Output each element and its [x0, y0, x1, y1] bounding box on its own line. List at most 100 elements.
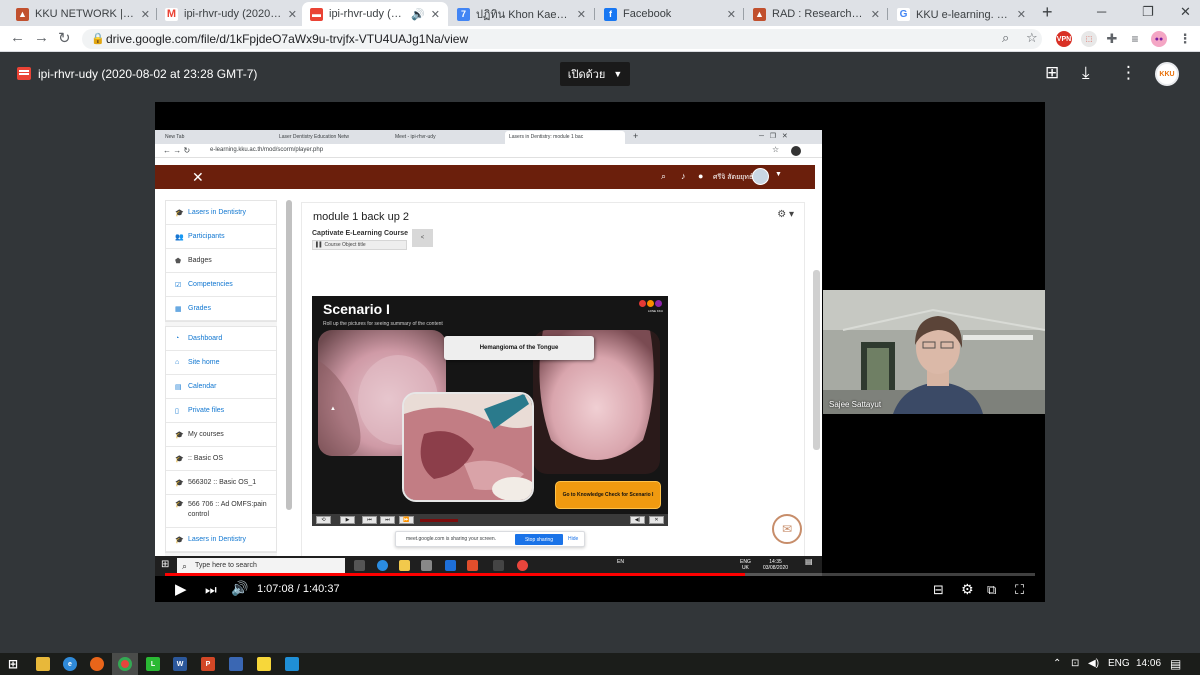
- next-button[interactable]: ⏭: [205, 582, 217, 598]
- moodle-nav-drawer: 🎓 Lasers in Dentistry 👥 Participants ⬟ Badg…: [165, 200, 277, 576]
- scenario-subtitle: Roll up the pictures for seeing summary …: [323, 321, 443, 327]
- more-options-icon[interactable]: ⋮: [1120, 63, 1137, 83]
- gmail-icon: M: [165, 7, 178, 21]
- video-progress-bar[interactable]: [165, 573, 1035, 576]
- close-icon: ✕: [192, 169, 204, 185]
- logo-caption: LDNE KKU: [647, 309, 663, 313]
- zoom-icon[interactable]: ⌕: [1002, 30, 1009, 46]
- play-icon: ▶: [340, 516, 355, 524]
- course-object-title-text: Course Object title: [324, 242, 366, 248]
- forward-arrow-icon[interactable]: →: [34, 29, 49, 46]
- graduation-cap-icon: 🎓: [175, 455, 184, 463]
- tray-date: 03/08/2020: [763, 565, 789, 571]
- extension-vpn-icon[interactable]: VPN: [1056, 31, 1072, 47]
- drawer-item-competencies: ☑ Competencies: [166, 273, 276, 297]
- close-icon[interactable]: ✕: [577, 8, 586, 21]
- restore-icon[interactable]: ❐: [1142, 4, 1154, 20]
- play-button[interactable]: ▶: [175, 580, 187, 598]
- settings-gear-icon[interactable]: ⚙: [961, 581, 974, 598]
- back-arrow-icon[interactable]: ←: [10, 29, 25, 46]
- chrome-icon[interactable]: [118, 657, 132, 671]
- drawer-item-grades: ▦ Grades: [166, 297, 276, 321]
- extensions-puzzle-icon[interactable]: ✚: [1104, 31, 1120, 47]
- video-player[interactable]: New Tab Laser Dentistry Education Netw M…: [155, 102, 1045, 602]
- internet-explorer-icon[interactable]: e: [63, 657, 77, 671]
- clock[interactable]: 14:06: [1136, 658, 1161, 669]
- logo-dot: [647, 300, 654, 307]
- browser-toolbar: ← → ↻ 🔒 drive.google.com/file/d/1kFpjdeO…: [0, 26, 1200, 52]
- chevron-down-icon: ▼: [613, 69, 623, 79]
- sticky-notes-icon[interactable]: [257, 657, 271, 671]
- reload-icon[interactable]: ↻: [58, 29, 71, 47]
- tab-facebook[interactable]: f Facebook ✕: [596, 2, 744, 26]
- shield-icon: ⬟: [175, 257, 182, 265]
- powerpoint-icon[interactable]: P: [201, 657, 215, 671]
- app-grid-icon[interactable]: [229, 657, 243, 671]
- tab-drive-video[interactable]: ▬ ipi-rhvr-udy (2020-0 🔊 ✕: [302, 2, 448, 26]
- tray-ime: ENG UK: [740, 559, 751, 571]
- drive-viewer-header: ipi-rhvr-udy (2020-08-02 at 23:28 GMT-7)…: [0, 53, 1200, 95]
- chevron-up-icon[interactable]: ⌃: [1053, 658, 1061, 669]
- chrome-menu-icon[interactable]: ⋮: [1177, 31, 1193, 47]
- close-icon[interactable]: ✕: [1017, 8, 1026, 21]
- collapse-toc-button: <: [412, 229, 433, 247]
- new-tab-button[interactable]: +: [1042, 2, 1053, 23]
- search-icon: ⌕: [661, 171, 667, 181]
- store-icon: [421, 560, 432, 571]
- lock-icon: 🔒: [91, 33, 105, 45]
- tab-kku-calendar[interactable]: 7 ปฏิทิน Khon Kaen Univers ✕: [449, 2, 594, 26]
- close-icon[interactable]: ✕: [727, 8, 736, 21]
- close-icon[interactable]: ✕: [871, 8, 880, 21]
- add-to-drive-icon[interactable]: ⊞: [1045, 63, 1059, 83]
- window-close-icon[interactable]: ✕: [1180, 4, 1191, 20]
- miniplayer-button[interactable]: ⧉: [987, 582, 996, 598]
- tab-kku-network[interactable]: ▲ KKU NETWORK | Status ✕: [8, 2, 158, 26]
- captivate-slide: Scenario I Roll up the pictures for seei…: [312, 296, 668, 514]
- close-icon[interactable]: ✕: [431, 8, 440, 21]
- volume-button[interactable]: 🔊: [231, 580, 248, 597]
- tongue-photo-center: [404, 394, 532, 500]
- file-explorer-icon[interactable]: [36, 657, 50, 671]
- word-icon[interactable]: W: [173, 657, 187, 671]
- tab-rad-research[interactable]: ▲ RAD : Research Administ ✕: [745, 2, 888, 26]
- time-separator: /: [293, 583, 303, 595]
- tab-google-search[interactable]: G KKU e-learning. - ค้นหาด้ ✕: [889, 2, 1034, 26]
- drawer-item-participants: 👥 Participants: [166, 225, 276, 249]
- open-with-button[interactable]: เปิดด้วย ▼: [560, 62, 630, 86]
- speaker-icon[interactable]: 🔊: [411, 8, 425, 21]
- network-icon[interactable]: ⊡: [1071, 658, 1079, 669]
- address-bar[interactable]: 🔒 drive.google.com/file/d/1kFpjdeO7aWx9u…: [82, 29, 1042, 49]
- notification-center-icon[interactable]: ▤: [1170, 657, 1181, 671]
- course-nav-group: 🎓 Lasers in Dentistry 👥 Participants ⬟ Badg…: [165, 200, 277, 322]
- app-icon: [493, 560, 504, 571]
- drawer-item-lasers: 🎓 Lasers in Dentistry: [166, 201, 276, 225]
- recorded-profile-icon: [791, 146, 801, 156]
- language-indicator[interactable]: ENG: [1108, 658, 1130, 669]
- minimize-icon[interactable]: ─: [1097, 4, 1106, 19]
- recorded-tab-title: Lasers in Dentistry: module 1 bac: [509, 134, 584, 140]
- close-icon[interactable]: ✕: [141, 8, 150, 21]
- photos-icon[interactable]: [285, 657, 299, 671]
- page-scrollbar: [813, 270, 820, 450]
- extension-pdf-icon[interactable]: ⬚: [1081, 31, 1097, 47]
- recorded-tab-active: Lasers in Dentistry: module 1 bac: [505, 131, 625, 144]
- windows-start-icon[interactable]: ⊞: [6, 657, 20, 671]
- line-chat-icon[interactable]: L: [146, 657, 160, 671]
- account-avatar[interactable]: KKU: [1155, 62, 1179, 86]
- fullscreen-button[interactable]: ⛶: [1015, 582, 1024, 598]
- tray-lang: EN: [617, 559, 624, 565]
- subtitles-button[interactable]: ⊟: [933, 582, 944, 598]
- close-icon[interactable]: ✕: [288, 8, 297, 21]
- forward-icon: ⏭: [380, 516, 395, 524]
- logo-dot: [639, 300, 646, 307]
- drawer-item-course: 🎓 566302 :: Basic OS_1: [166, 471, 276, 495]
- mouse-cursor-icon: ▲: [330, 406, 336, 412]
- download-icon[interactable]: ⤓: [1082, 63, 1090, 83]
- bookmark-star-icon[interactable]: ☆: [1026, 30, 1038, 46]
- profile-avatar-icon[interactable]: ●●: [1151, 31, 1167, 47]
- firefox-icon[interactable]: [90, 657, 104, 671]
- back-icon: ⏮: [362, 516, 377, 524]
- tab-gmail[interactable]: M ipi-rhvr-udy (2020-08-02 ✕: [157, 2, 305, 26]
- reading-list-icon[interactable]: ≡: [1127, 31, 1143, 47]
- volume-icon[interactable]: ◀): [1088, 658, 1099, 669]
